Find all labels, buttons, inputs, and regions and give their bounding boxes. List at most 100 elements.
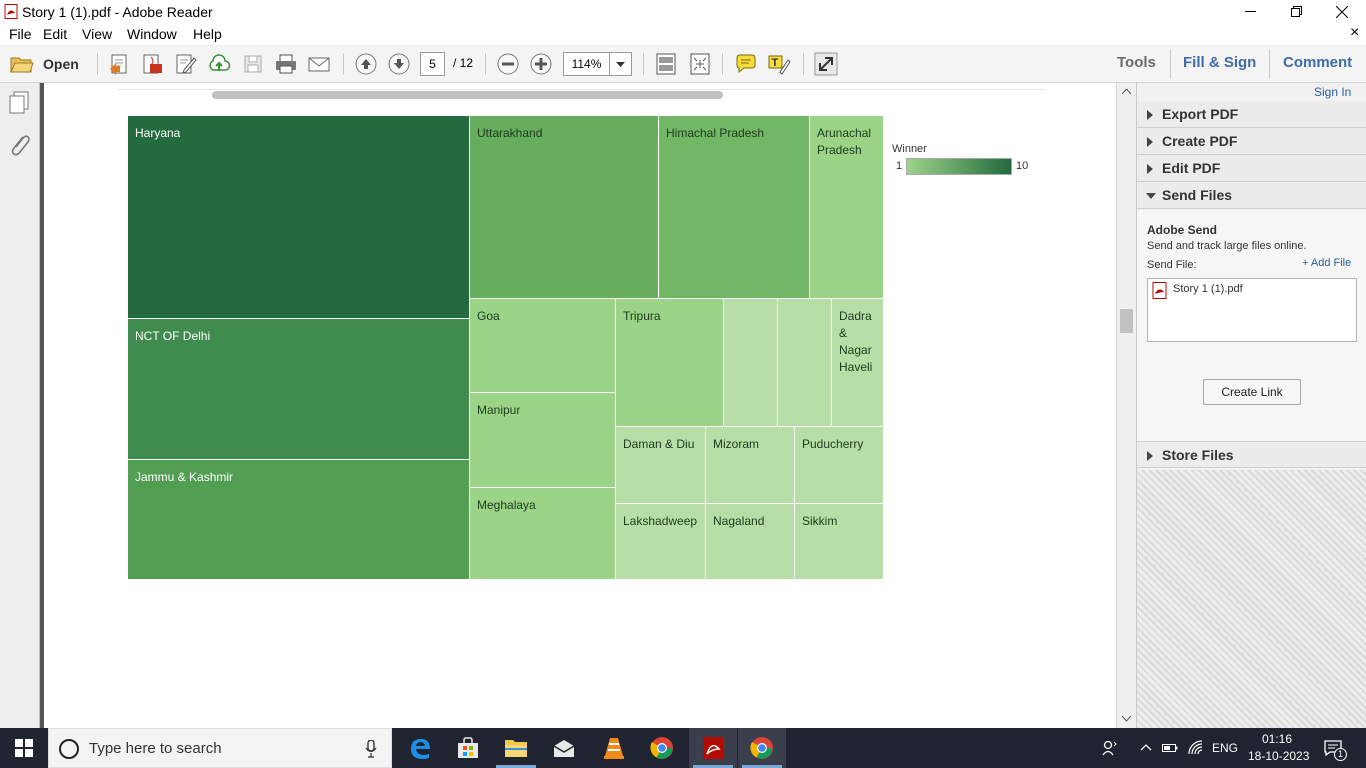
chrome-icon [650, 737, 673, 759]
sticky-note-icon[interactable] [734, 52, 758, 76]
email-icon[interactable] [307, 52, 331, 76]
taskbar-app-chrome-active[interactable] [738, 728, 786, 768]
close-document-button[interactable]: × [1350, 24, 1359, 42]
section-store-files[interactable]: Store Files [1137, 441, 1366, 468]
create-pdf-icon[interactable] [108, 52, 132, 76]
navigation-strip [0, 83, 40, 728]
create-link-button[interactable]: Create Link [1203, 379, 1301, 405]
add-file-link[interactable]: + Add File [1302, 257, 1351, 269]
microphone-icon[interactable] [365, 740, 377, 758]
taskbar-app-store[interactable] [444, 728, 492, 768]
tab-comment[interactable]: Comment [1283, 54, 1352, 71]
taskbar-search-box[interactable]: Type here to search [48, 728, 392, 768]
zoom-in-icon[interactable] [529, 52, 553, 76]
page-top-edge [118, 83, 1045, 90]
scrollbar-thumb[interactable] [1120, 309, 1133, 333]
clock-time[interactable]: 01:16 [1262, 732, 1292, 746]
treemap-cell-manipur: Manipur [470, 393, 616, 488]
wifi-icon[interactable] [1188, 740, 1204, 756]
section-create-pdf[interactable]: Create PDF [1137, 128, 1366, 155]
notification-count-badge: 1 [1334, 748, 1347, 761]
close-window-button[interactable] [1319, 0, 1365, 23]
treemap-cell-sikkim: Sikkim [795, 504, 884, 580]
panel-empty-area [1137, 470, 1366, 728]
highlight-text-icon[interactable]: T [767, 52, 791, 76]
section-label: Create PDF [1162, 133, 1238, 149]
menu-help[interactable]: Help [193, 26, 222, 42]
treemap-cell-goa: Goa [470, 299, 616, 393]
zoom-out-icon[interactable] [496, 52, 520, 76]
restore-icon [1290, 6, 1302, 17]
page-thumbnails-icon[interactable] [8, 91, 30, 115]
tab-tools[interactable]: Tools [1117, 54, 1156, 71]
document-viewer[interactable]: Haryana NCT OF Delhi Jammu & Kashmir Utt… [46, 83, 1116, 728]
taskbar-app-chrome[interactable] [638, 728, 686, 768]
battery-icon[interactable] [1162, 742, 1178, 754]
taskbar-app-edge[interactable] [396, 728, 444, 768]
treemap-label: Uttarakhand [477, 126, 543, 140]
send-file-name: Story 1 (1).pdf [1173, 283, 1243, 295]
section-edit-pdf[interactable]: Edit PDF [1137, 155, 1366, 182]
page-number-input[interactable]: 5 [420, 52, 445, 76]
scroll-up-arrow-icon[interactable] [1122, 89, 1131, 95]
taskbar-app-mail[interactable] [540, 728, 588, 768]
navigation-pane [0, 83, 44, 728]
scroll-down-arrow-icon[interactable] [1122, 716, 1131, 722]
toolbar-divider [485, 53, 486, 75]
taskbar-app-adobe-reader[interactable] [689, 728, 737, 768]
send-files-content: Adobe Send Send and track large files on… [1137, 210, 1366, 443]
edit-pdf-icon[interactable] [174, 52, 198, 76]
svg-text:T: T [772, 57, 779, 69]
main-toolbar: Open 5 / 12 114% T Tools Fill & Sign Com… [0, 45, 1366, 83]
toolbar-divider [1170, 49, 1171, 79]
send-file-list[interactable]: Story 1 (1).pdf [1147, 278, 1357, 342]
treemap-label: Daman & Diu [623, 437, 695, 451]
minimize-button[interactable] [1227, 0, 1273, 23]
menu-file[interactable]: File [9, 26, 32, 42]
language-indicator[interactable]: ENG [1212, 741, 1238, 755]
treemap-cell-tripura: Tripura [616, 299, 724, 427]
restore-button[interactable] [1273, 0, 1319, 23]
treemap-cell-nagaland: Nagaland [706, 504, 795, 580]
upload-cloud-icon[interactable] [207, 52, 231, 76]
people-icon[interactable] [1102, 740, 1118, 756]
pdf-file-icon [1152, 282, 1167, 299]
print-icon[interactable] [274, 52, 298, 76]
menu-window[interactable]: Window [127, 26, 177, 42]
zoom-dropdown-button[interactable] [610, 52, 632, 76]
clock-date[interactable]: 18-10-2023 [1248, 749, 1309, 763]
edge-browser-icon [411, 739, 430, 759]
save-icon[interactable] [241, 52, 265, 76]
close-icon [1336, 5, 1348, 18]
tools-panel: Sign In Export PDF Create PDF Edit PDF S… [1136, 83, 1366, 728]
attachments-icon[interactable] [9, 133, 31, 159]
menu-view[interactable]: View [82, 26, 112, 42]
section-export-pdf[interactable]: Export PDF [1137, 101, 1366, 128]
expand-arrow-icon [1147, 137, 1153, 147]
export-pdf-icon[interactable] [141, 52, 165, 76]
section-send-files[interactable]: Send Files [1137, 182, 1366, 209]
search-icon [59, 739, 79, 759]
zoom-level-input[interactable]: 114% [563, 52, 610, 76]
tab-fill-sign[interactable]: Fill & Sign [1183, 54, 1256, 71]
action-center-button[interactable]: 1 [1322, 738, 1347, 761]
menu-edit[interactable]: Edit [43, 26, 67, 42]
previous-page-icon[interactable] [354, 52, 378, 76]
open-label: Open [43, 56, 79, 72]
store-bag-icon [458, 737, 478, 758]
vertical-scrollbar[interactable] [1116, 83, 1136, 728]
fit-page-icon[interactable] [688, 52, 712, 76]
taskbar-app-file-explorer[interactable] [492, 728, 540, 768]
fullscreen-icon[interactable] [814, 52, 838, 76]
start-button[interactable] [0, 728, 48, 768]
chevron-up-icon[interactable] [1140, 743, 1152, 751]
vlc-cone-icon [604, 738, 624, 759]
folder-icon [10, 57, 34, 73]
open-button[interactable]: Open [8, 52, 88, 76]
taskbar-app-vlc[interactable] [590, 728, 638, 768]
treemap-cell-puducherry: Puducherry [795, 427, 884, 504]
scrolling-mode-icon[interactable] [654, 52, 678, 76]
next-page-icon[interactable] [387, 52, 411, 76]
treemap-label: NCT OF Delhi [135, 329, 211, 343]
sign-in-link[interactable]: Sign In [1314, 85, 1351, 99]
